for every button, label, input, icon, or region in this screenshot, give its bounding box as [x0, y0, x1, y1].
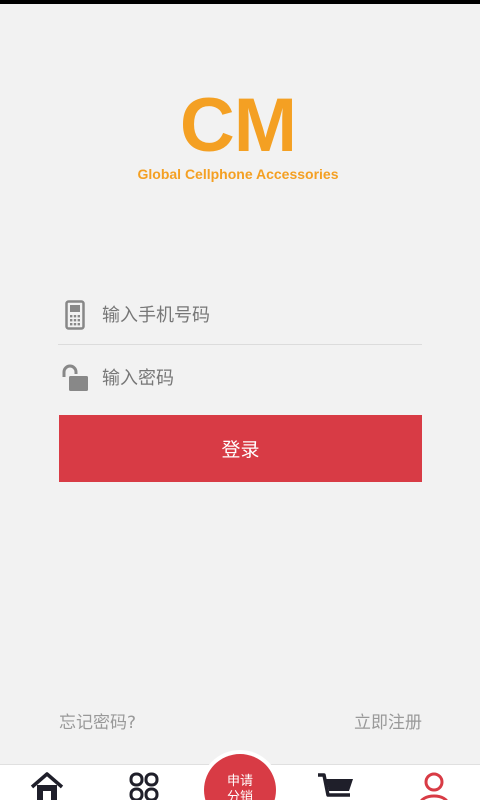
forgot-password-link[interactable]: 忘记密码?	[59, 708, 136, 733]
status-bar	[0, 0, 480, 4]
mobile-phone-icon	[58, 298, 92, 332]
phone-input[interactable]	[102, 295, 422, 335]
login-screen: CM Global Cellphone Accessories 输入手机号码 登…	[0, 0, 480, 800]
profile-icon	[416, 771, 452, 800]
home-icon	[29, 771, 65, 800]
tab-cart[interactable]	[316, 771, 356, 800]
logo-mark: CM	[179, 83, 297, 168]
register-link[interactable]: 立即注册	[354, 708, 422, 733]
tab-home[interactable]	[27, 771, 67, 800]
phone-field	[58, 286, 422, 345]
cart-icon	[316, 771, 356, 800]
logo-tagline: Global Cellphone Accessories	[137, 166, 339, 182]
apply-distribution-button: 申请 分销	[204, 754, 276, 800]
apply-distribution-line1: 申请	[226, 774, 253, 789]
category-icon	[126, 771, 162, 800]
apply-distribution-line2: 分销	[226, 790, 253, 800]
password-input[interactable]	[102, 358, 422, 398]
login-button[interactable]: 登录	[59, 415, 422, 482]
brand-logo: CM Global Cellphone Accessories	[0, 83, 480, 183]
unlock-icon	[58, 361, 92, 395]
password-field	[58, 350, 422, 406]
tab-profile[interactable]	[414, 771, 454, 800]
tab-category[interactable]	[124, 771, 164, 800]
apply-distribution-tab[interactable]: 申请 分销	[200, 750, 280, 800]
